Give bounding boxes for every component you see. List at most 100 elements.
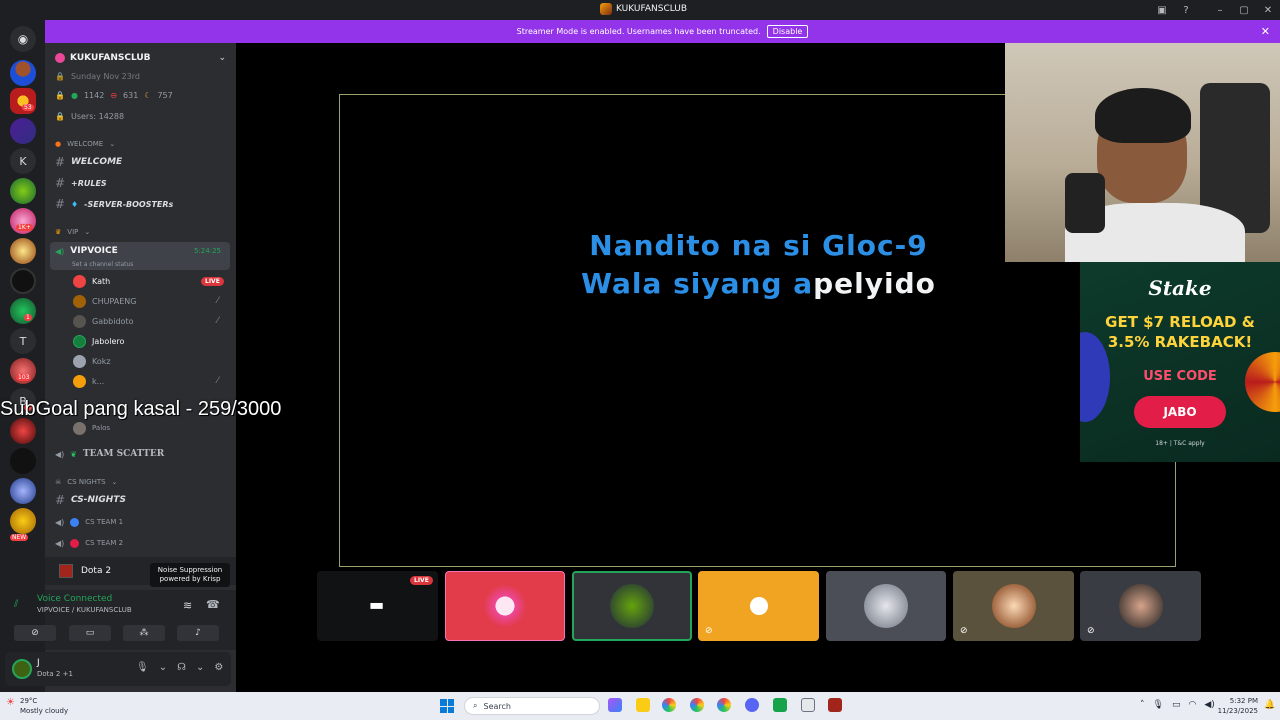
server-avatar-3[interactable] (10, 118, 36, 144)
hash-icon: # (55, 197, 66, 211)
discord-logo-icon (483, 584, 527, 628)
chevron-down-icon[interactable]: ⌄ (159, 662, 167, 673)
battery-icon[interactable]: ▭ (1172, 700, 1181, 710)
users-channel[interactable]: 🔒 Users: 14288 (55, 107, 124, 125)
close-icon[interactable]: ✕ (1261, 25, 1270, 38)
voice-user-row[interactable]: Kokz (73, 352, 111, 370)
streamer-mode-banner: Streamer Mode is enabled. Usernames have… (45, 20, 1280, 43)
live-badge: LIVE (410, 576, 433, 585)
date-channel[interactable]: 🔒 Sunday Nov 23rd (55, 67, 140, 85)
file-explorer-icon[interactable] (636, 698, 650, 712)
headphones-shape (1095, 88, 1191, 143)
voice-channel-cs-team-1[interactable]: ◀) CS TEAM 1 (55, 513, 123, 531)
speaker-icon: ◀) (55, 517, 65, 527)
server-avatar-5[interactable] (10, 178, 36, 204)
category-cs-nights[interactable]: ☠ CS NIGHTS ⌄ (55, 473, 117, 491)
chevron-down-icon: ⌄ (109, 140, 116, 148)
voice-channel-path[interactable]: VIPVOICE / KUKUFANSCLUB (37, 606, 132, 614)
server-avatar-1[interactable] (10, 60, 36, 86)
taskbar-clock[interactable]: 5:32 PM 11/23/2025 (1214, 696, 1258, 716)
windows-start-icon[interactable] (440, 699, 454, 713)
voice-connected-label[interactable]: Voice Connected (37, 594, 112, 604)
participant-tile[interactable] (826, 571, 946, 641)
signal-icon[interactable]: ⫽ (14, 599, 18, 610)
hash-icon: # (55, 493, 66, 507)
disable-button[interactable]: Disable (766, 25, 809, 38)
server-avatar-9[interactable] (10, 298, 36, 324)
chrome-icon-2[interactable] (690, 698, 704, 712)
server-k[interactable]: K (10, 148, 36, 174)
inbox-icon[interactable]: ▣ (1150, 5, 1174, 16)
notifications-icon[interactable]: 🔔 (1264, 700, 1275, 710)
server-avatar-14[interactable] (10, 448, 36, 474)
category-welcome[interactable]: ● WELCOME ⌄ (55, 135, 115, 153)
server-avatar-16[interactable] (10, 508, 36, 534)
voice-user-row[interactable]: Palos (73, 419, 110, 437)
voice-channel-cs-team-2[interactable]: ◀) CS TEAM 2 (55, 534, 123, 552)
discord-home-icon[interactable]: ◉ (10, 26, 36, 52)
channel-boosters[interactable]: # ♦ -SERVER-BOOSTERs (55, 195, 173, 213)
headphones-icon[interactable]: ☊ (177, 662, 186, 673)
server-avatar-15[interactable] (10, 478, 36, 504)
server-t[interactable]: T (10, 328, 36, 354)
chevron-down-icon[interactable]: ⌄ (196, 662, 204, 673)
dota-taskbar-icon[interactable] (828, 698, 842, 712)
screen-share-button[interactable]: ▭ (69, 625, 111, 641)
gear-icon[interactable]: ⚙ (214, 662, 223, 673)
blue-dot-icon (70, 517, 80, 527)
maximize-button[interactable]: ▢ (1232, 5, 1256, 16)
wifi-icon[interactable]: ◠ (1188, 700, 1196, 710)
close-button[interactable]: ✕ (1256, 5, 1280, 16)
dnd-icon: ⊖ (110, 90, 118, 100)
skull-icon: ☠ (55, 478, 62, 486)
avatar[interactable] (12, 659, 32, 679)
server-badge-icon (55, 53, 65, 63)
username[interactable]: J (37, 658, 40, 668)
user-controls: 🎙 ⌄ ☊ ⌄ ⚙ (136, 662, 223, 673)
participant-tile[interactable]: ⊘ (1080, 571, 1201, 641)
channel-welcome[interactable]: # WELCOME (55, 153, 122, 171)
taskbar-search[interactable]: ⌕ Search (464, 697, 600, 715)
help-icon[interactable]: ? (1174, 5, 1198, 16)
ad-fine-print: 18+ | T&C apply (1155, 440, 1205, 447)
voice-user-row[interactable]: k... (73, 372, 104, 390)
mic-muted-icon: ⁄ (217, 316, 219, 326)
app-icon[interactable] (773, 698, 787, 712)
discord-icon[interactable] (745, 698, 759, 712)
weather-widget[interactable]: 29°C Mostly cloudy (20, 696, 68, 716)
online-dot-icon: ● (70, 90, 78, 100)
channel-rules[interactable]: # +RULES (55, 174, 107, 192)
weather-icon[interactable]: ☀ (6, 697, 15, 708)
chrome-icon-3[interactable] (717, 698, 731, 712)
gem-icon: ♦ (71, 199, 79, 209)
mic-icon[interactable]: 🎙 (1153, 700, 1164, 710)
voice-user-row[interactable]: Gabbidoto (73, 312, 133, 330)
activities-button[interactable]: ⁂ (123, 625, 165, 641)
mic-icon[interactable]: 🎙 (136, 662, 149, 673)
participant-tile-speaking[interactable] (572, 571, 692, 641)
snipping-tool-icon[interactable] (801, 698, 815, 712)
channel-cs-nights[interactable]: # CS-NIGHTS (55, 491, 126, 509)
discord-logo-icon (736, 584, 781, 628)
badge-53: 53 (22, 104, 34, 111)
soundboard-button[interactable]: ♪ (177, 625, 219, 641)
lock-icon: 🔒 (55, 111, 65, 121)
copilot-icon[interactable] (608, 698, 622, 712)
participant-tile[interactable] (445, 571, 565, 641)
noise-suppression-icon[interactable]: ≋ (183, 599, 192, 612)
chevron-up-icon[interactable]: ˄ (1140, 700, 1145, 710)
participant-tile[interactable]: ⊘ (698, 571, 819, 641)
minimize-button[interactable]: – (1208, 5, 1232, 16)
camera-off-button[interactable]: ⊘ (14, 625, 56, 641)
ad-headline: GET $7 RELOAD & 3.5% RAKEBACK! (1105, 313, 1255, 351)
voice-user-row[interactable]: Jabolero (73, 332, 124, 350)
stats-channel[interactable]: 🔒 ● 1142 ⊖ 631 ☾ 757 (55, 86, 173, 104)
server-avatar-13[interactable] (10, 418, 36, 444)
disconnect-icon[interactable]: ☎ (206, 598, 220, 611)
voice-channel-team-scatter[interactable]: ◀) ❦ TEAM SCATTER (55, 445, 164, 463)
chrome-icon[interactable] (662, 698, 676, 712)
avatar (610, 584, 654, 628)
participant-tile[interactable]: ⊘ (953, 571, 1074, 641)
banner-text: Streamer Mode is enabled. Usernames have… (516, 27, 761, 36)
lock-icon: 🔒 (55, 71, 65, 81)
